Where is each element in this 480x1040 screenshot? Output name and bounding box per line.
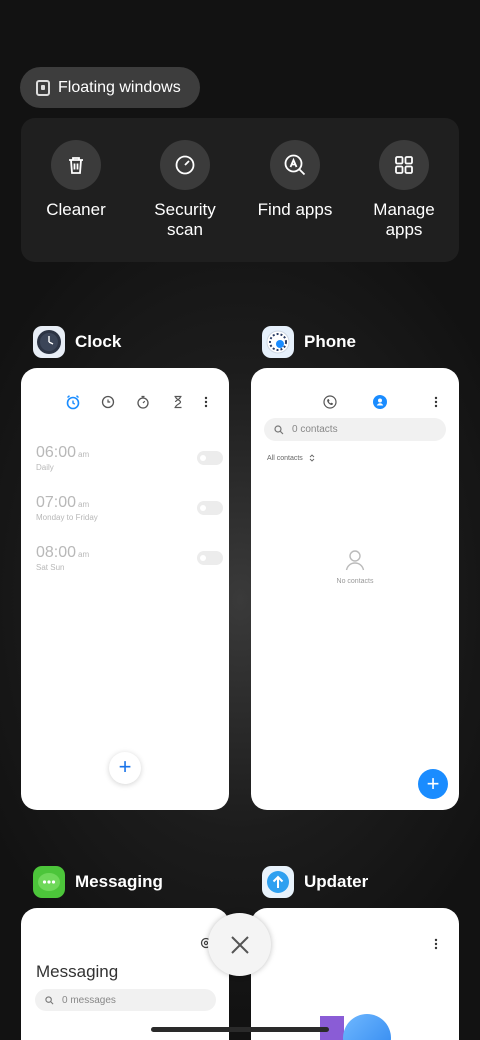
cleaner-label: Cleaner bbox=[46, 200, 106, 219]
more-options-icon[interactable] bbox=[202, 394, 210, 410]
security-scan-icon bbox=[175, 155, 195, 175]
alarm-toggle[interactable] bbox=[197, 451, 223, 465]
security-scan-label: Security scan bbox=[154, 200, 216, 239]
messaging-app-card[interactable]: Messaging 0 messages bbox=[21, 908, 229, 1040]
stopwatch-icon[interactable] bbox=[135, 394, 151, 410]
find-apps-button[interactable]: Find apps bbox=[245, 140, 345, 220]
phone-app-card[interactable]: 0 contacts All contacts No contacts + bbox=[251, 368, 459, 810]
floating-window-icon bbox=[36, 79, 50, 96]
contacts-search-input[interactable]: 0 contacts bbox=[264, 418, 446, 441]
contacts-icon[interactable] bbox=[372, 394, 388, 410]
grid-icon bbox=[395, 156, 413, 174]
alarm-row[interactable]: 07:00 am Monday to Friday bbox=[36, 494, 223, 530]
phone-app-name: Phone bbox=[304, 332, 356, 351]
messaging-app-icon bbox=[33, 866, 65, 898]
alarm-repeat: Sat Sun bbox=[36, 563, 65, 572]
quick-actions-panel: Cleaner Security scan Find apps Manage a… bbox=[21, 118, 459, 262]
phone-app-header[interactable]: Phone bbox=[262, 326, 356, 358]
floating-windows-label: Floating windows bbox=[58, 78, 181, 96]
alarm-repeat: Daily bbox=[36, 463, 54, 472]
alarm-ampm: am bbox=[78, 500, 90, 509]
alarm-toggle[interactable] bbox=[197, 551, 223, 565]
contacts-filter-label: All contacts bbox=[267, 454, 303, 462]
alarm-time: 06:00 bbox=[36, 444, 77, 461]
alarm-time: 07:00 bbox=[36, 494, 77, 511]
phone-app-icon bbox=[262, 326, 294, 358]
messaging-app-name: Messaging bbox=[75, 872, 163, 891]
clock-tabs bbox=[21, 394, 229, 410]
close-all-button[interactable] bbox=[208, 913, 271, 976]
floating-windows-button[interactable]: Floating windows bbox=[20, 67, 200, 108]
world-clock-icon[interactable] bbox=[100, 394, 116, 410]
search-icon bbox=[274, 424, 284, 434]
alarm-toggle[interactable] bbox=[197, 501, 223, 515]
manage-apps-label: Manage apps bbox=[373, 200, 435, 239]
cleaner-button[interactable]: Cleaner bbox=[26, 140, 126, 220]
security-scan-button[interactable]: Security scan bbox=[135, 140, 235, 240]
clock-app-card[interactable]: 06:00 am Daily 07:00 am Monday to Friday 0… bbox=[21, 368, 229, 810]
clock-app-name: Clock bbox=[75, 332, 122, 351]
home-indicator[interactable] bbox=[151, 1027, 329, 1032]
find-apps-label: Find apps bbox=[257, 200, 333, 219]
timer-icon[interactable] bbox=[170, 394, 186, 410]
alarm-repeat: Monday to Friday bbox=[36, 513, 98, 522]
empty-contacts-text: No contacts bbox=[336, 578, 374, 585]
manage-apps-button[interactable]: Manage apps bbox=[354, 140, 454, 240]
more-options-icon[interactable] bbox=[432, 394, 440, 410]
clock-app-header[interactable]: Clock bbox=[33, 326, 121, 358]
updater-app-header[interactable]: Updater bbox=[262, 866, 368, 898]
trash-icon bbox=[69, 157, 83, 174]
clock-app-icon bbox=[33, 326, 65, 358]
close-icon bbox=[230, 935, 249, 954]
add-alarm-button[interactable]: + bbox=[109, 752, 141, 784]
updater-app-name: Updater bbox=[304, 872, 369, 891]
search-icon bbox=[45, 995, 54, 1004]
updater-illustration-circle bbox=[343, 1014, 391, 1040]
updater-app-card[interactable] bbox=[251, 908, 459, 1040]
add-contact-button[interactable]: + bbox=[418, 769, 448, 799]
more-options-icon[interactable] bbox=[432, 936, 440, 952]
empty-contacts-icon bbox=[345, 550, 365, 571]
alarm-row[interactable]: 08:00 am Sat Sun bbox=[36, 544, 223, 580]
alarm-icon[interactable] bbox=[65, 394, 81, 410]
alarm-row[interactable]: 06:00 am Daily bbox=[36, 444, 223, 480]
messages-search-placeholder: 0 messages bbox=[62, 994, 116, 1006]
contacts-filter-dropdown[interactable]: All contacts bbox=[267, 454, 315, 462]
find-apps-icon bbox=[284, 154, 306, 176]
contacts-search-placeholder: 0 contacts bbox=[292, 424, 338, 435]
messaging-app-header[interactable]: Messaging bbox=[33, 866, 163, 898]
updater-app-icon bbox=[262, 866, 294, 898]
alarm-time: 08:00 bbox=[36, 544, 77, 561]
alarm-ampm: am bbox=[78, 550, 90, 559]
messages-search-input[interactable]: 0 messages bbox=[35, 989, 216, 1011]
alarm-ampm: am bbox=[78, 450, 90, 459]
sort-arrows-icon bbox=[309, 454, 315, 462]
call-log-icon[interactable] bbox=[322, 394, 338, 410]
messaging-title: Messaging bbox=[36, 962, 119, 981]
